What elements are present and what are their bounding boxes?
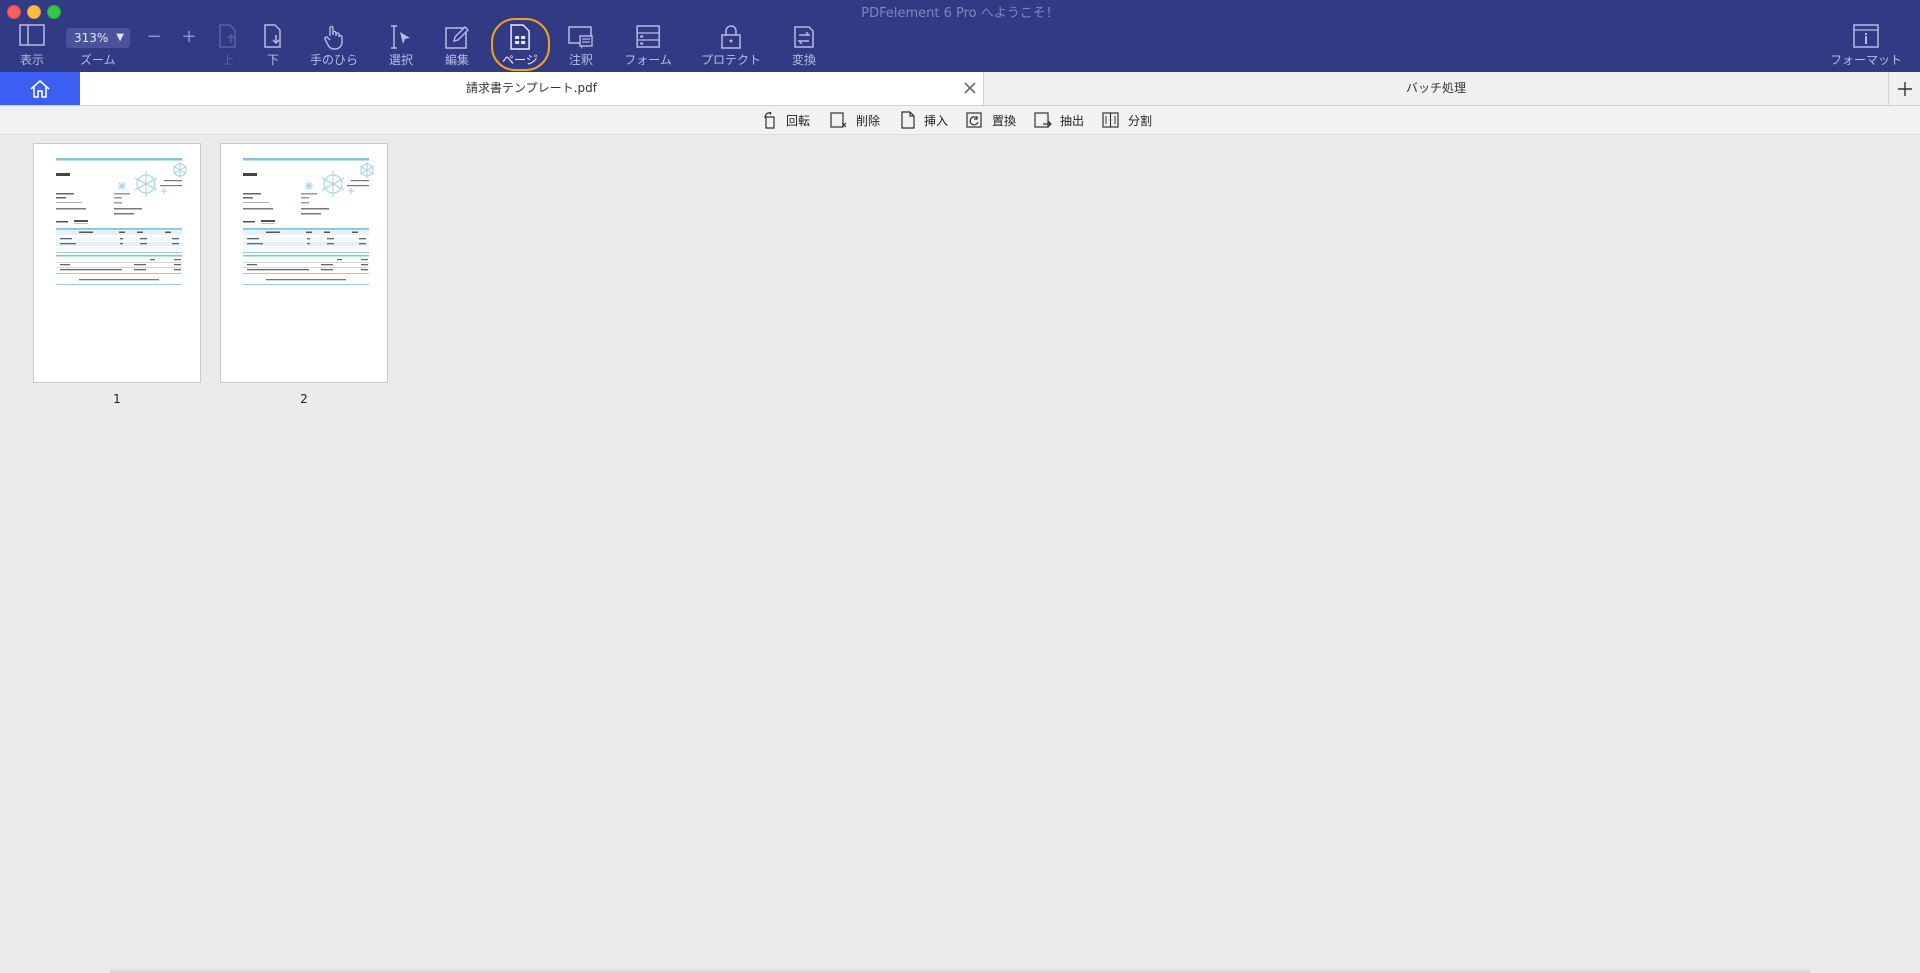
new-tab-button[interactable] — [1889, 72, 1920, 105]
tab-batch-process[interactable]: バッチ処理 — [984, 72, 1889, 105]
select-cursor-icon — [389, 24, 413, 50]
page-up-icon — [217, 24, 239, 50]
replace-label: 置換 — [992, 113, 1017, 128]
form-icon — [624, 24, 672, 50]
delete-button[interactable]: 削除 — [830, 110, 880, 130]
rotate-label: 回転 — [786, 113, 811, 128]
page-down-button[interactable]: 下 — [262, 24, 284, 70]
zoom-label: ズーム — [80, 53, 116, 67]
delete-page-icon — [830, 112, 847, 128]
insert-label: 挿入 — [924, 113, 949, 128]
edit-icon — [444, 24, 470, 50]
extract-button[interactable]: 抽出 — [1034, 110, 1084, 130]
lock-icon — [701, 24, 761, 50]
split-label: 分割 — [1128, 113, 1153, 128]
hand-icon — [310, 24, 358, 50]
split-button[interactable]: 分割 — [1102, 110, 1152, 130]
convert-icon — [791, 24, 817, 50]
page-thumbnail-2[interactable] — [220, 143, 388, 383]
window-title: PDFelement 6 Pro へようこそ！ — [861, 6, 1059, 21]
hand-tool-button[interactable]: 手のひら — [310, 24, 358, 70]
comment-icon — [568, 24, 594, 50]
protect-label: プロテクト — [700, 53, 762, 67]
replace-page-icon — [966, 112, 982, 128]
close-icon[interactable] — [963, 81, 977, 95]
view-button[interactable]: 表示 — [19, 24, 45, 70]
rotate-button[interactable]: 回転 — [762, 110, 810, 130]
extract-label: 抽出 — [1060, 113, 1085, 128]
page-up-label: 上 — [221, 53, 234, 67]
zoom-out-button[interactable]: − — [144, 27, 164, 47]
rotate-icon — [764, 111, 775, 129]
comment-button[interactable]: 注釈 — [568, 24, 594, 70]
format-panel-button[interactable]: フォーマット — [1830, 24, 1902, 70]
convert-label: 変換 — [791, 53, 816, 67]
replace-button[interactable]: 置換 — [966, 110, 1016, 130]
page-down-label: 下 — [266, 53, 279, 67]
edit-button[interactable]: 編集 — [444, 24, 470, 70]
info-panel-icon — [1830, 24, 1902, 50]
tab-document-label: 請求書テンプレート.pdf — [466, 81, 597, 95]
delete-label: 削除 — [856, 113, 881, 128]
hand-tool-label: 手のひら — [309, 53, 359, 67]
page-icon — [502, 24, 538, 50]
page-toolbar: 回転 削除 挿入 置換 抽出 分割 — [0, 106, 1920, 135]
page-button[interactable]: ページ — [502, 24, 538, 70]
select-tool-label: 選択 — [388, 53, 414, 67]
zoom-select[interactable]: 313% ▼ — [66, 28, 130, 48]
tab-batch-label: バッチ処理 — [1405, 81, 1466, 95]
split-page-icon — [1102, 112, 1119, 128]
view-label: 表示 — [19, 53, 44, 67]
plus-icon — [1897, 81, 1912, 96]
zoom-value: 313% — [74, 31, 109, 45]
page-preview — [56, 158, 188, 285]
convert-button[interactable]: 変換 — [791, 24, 817, 70]
comment-label: 注釈 — [568, 53, 593, 67]
tab-document[interactable]: 請求書テンプレート.pdf — [80, 72, 984, 105]
main-toolbar: PDFelement 6 Pro へようこそ！ 表示 313% ▼ ズーム − … — [0, 0, 1920, 72]
tab-bar: 請求書テンプレート.pdf バッチ処理 — [0, 72, 1920, 106]
sidebar-icon — [19, 24, 45, 50]
page-number-2: 2 — [300, 392, 308, 406]
extract-page-icon — [1034, 112, 1052, 128]
insert-page-icon — [901, 111, 915, 129]
page-up-button[interactable]: 上 — [217, 24, 239, 70]
select-tool-button[interactable]: 選択 — [389, 24, 413, 70]
form-label: フォーム — [624, 53, 672, 67]
protect-button[interactable]: プロテクト — [701, 24, 761, 70]
insert-button[interactable]: 挿入 — [900, 110, 948, 130]
home-tab[interactable] — [0, 72, 80, 105]
page-thumbnail-1[interactable] — [33, 143, 201, 383]
page-number-1: 1 — [113, 392, 121, 406]
home-icon — [30, 79, 50, 98]
format-label: フォーマット — [1829, 53, 1903, 67]
page-label: ページ — [502, 53, 538, 67]
bottom-edge-shadow — [110, 968, 1810, 973]
edit-label: 編集 — [444, 53, 469, 67]
form-button[interactable]: フォーム — [624, 24, 672, 70]
page-preview — [243, 158, 375, 285]
chevron-down-icon: ▼ — [116, 32, 124, 43]
page-down-icon — [262, 24, 284, 50]
zoom-in-button[interactable]: + — [179, 27, 199, 47]
